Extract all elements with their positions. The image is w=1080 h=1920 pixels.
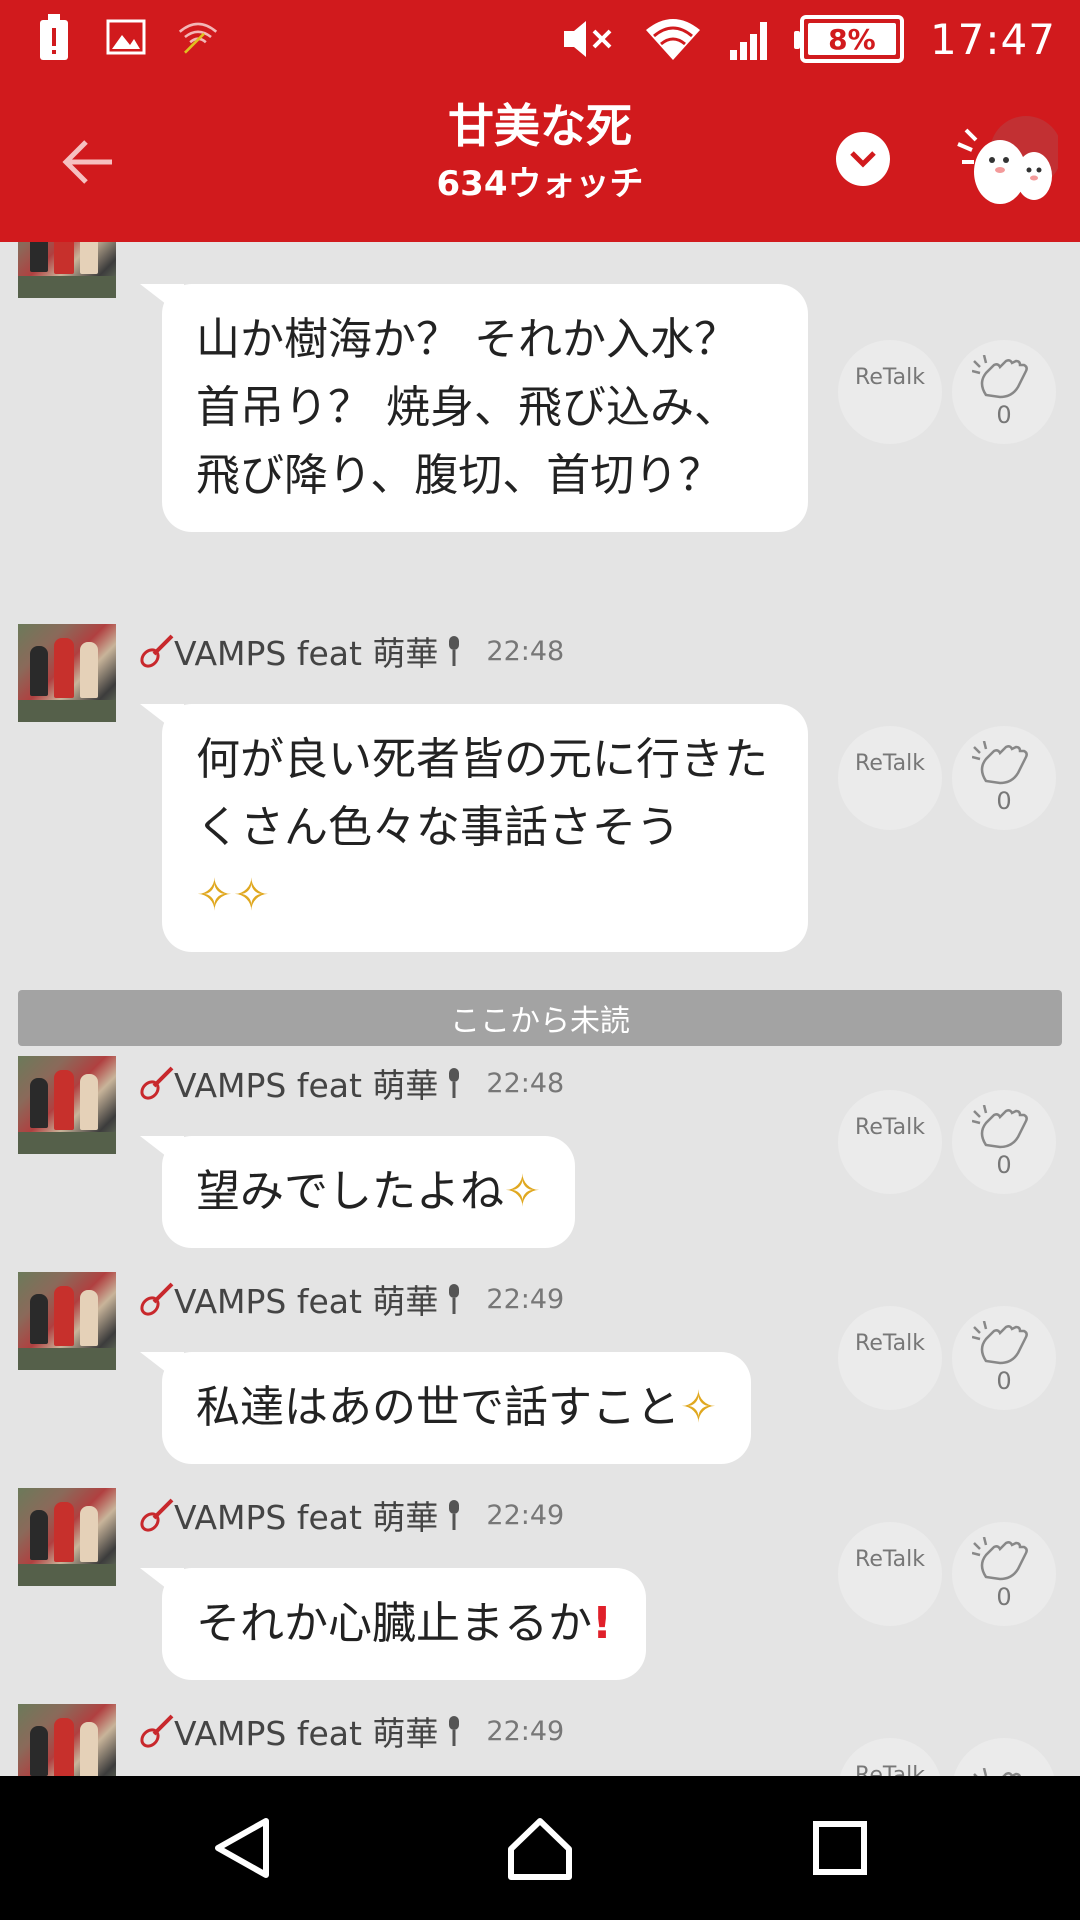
battery-icon: 8% [793,15,904,63]
avatar[interactable] [18,1488,116,1586]
avatar[interactable] [18,624,116,722]
mic-icon [446,1498,462,1532]
retalk-label: ReTalk [855,1114,925,1140]
room-title: 甘美な死 [448,99,632,153]
room-title-block: 甘美な死 634ウォッチ [0,94,1080,210]
home-icon[interactable] [500,1812,580,1884]
clap-count: 0 [996,401,1012,429]
avatar[interactable] [18,242,116,298]
mic-icon [446,1282,462,1316]
battery-percent: 8% [828,22,876,56]
mic-icon [446,634,462,668]
clap-button[interactable]: 0 [952,340,1056,444]
guitar-icon [140,1066,174,1100]
alert-icon [34,12,74,62]
unread-divider: ここから未読 [18,990,1062,1046]
clap-button[interactable]: 0 [952,1522,1056,1626]
avatar[interactable] [18,1272,116,1370]
message-text: 山か樹海か？ それか入水？ 首吊り？ 焼身、飛び込み、飛び降り、腹切、首切り？ [196,314,738,501]
system-nav-bar [0,1776,1080,1920]
clap-count: 0 [996,1367,1012,1395]
message-bubble[interactable]: 望みでしたよね✧ [162,1136,575,1248]
message-time: 22:49 [486,1499,565,1531]
clap-icon [972,741,1028,785]
clap-button[interactable]: 0 [952,1306,1056,1410]
mute-icon [562,14,618,64]
retalk-label: ReTalk [855,750,925,776]
wifi-off-icon [178,12,218,62]
sender-line: VAMPS feat 萌華 22:48 [140,1058,564,1108]
sender-name: VAMPS feat 萌華 [174,1282,439,1321]
back-triangle-icon[interactable] [202,1812,282,1884]
sender-name: VAMPS feat 萌華 [174,1714,439,1753]
watch-count: 634ウォッチ [436,164,644,204]
clock: 17:47 [929,14,1056,64]
clap-count: 0 [996,787,1012,815]
sparkle-icon: ✧ [680,1382,717,1433]
message-bubble[interactable]: 私達はあの世で話すこと✧ [162,1352,751,1464]
message-time: 22:49 [486,1283,565,1315]
message-time: 22:48 [486,635,565,667]
mic-icon [446,1714,462,1748]
sender-line: VAMPS feat 萌華 22:49 [140,1274,564,1324]
retalk-label: ReTalk [855,364,925,390]
exclamation-icon: ! [592,1598,613,1649]
chevron-down-icon[interactable] [836,132,890,186]
clap-button[interactable]: 0 [952,1090,1056,1194]
message-text: 私達はあの世で話すこと [196,1382,680,1433]
sparkle-icon: ✧ [504,1166,541,1217]
retalk-label: ReTalk [855,1330,925,1356]
sender-name: VAMPS feat 萌華 [174,1498,439,1537]
mic-icon [446,1066,462,1100]
clap-count: 0 [996,1583,1012,1611]
clap-icon [972,1105,1028,1149]
message-time: 22:49 [486,1715,565,1747]
sender-line: VAMPS feat 萌華 22:49 [140,1490,564,1540]
sender-name: VAMPS feat 萌華 [174,1066,439,1105]
guitar-icon [140,1498,174,1532]
clap-icon [972,1321,1028,1365]
message-time: 22:48 [486,1067,565,1099]
avatar[interactable] [18,1056,116,1154]
clap-icon [972,355,1028,399]
guitar-icon [140,1714,174,1748]
clap-button[interactable]: 0 [952,726,1056,830]
recents-icon[interactable] [800,1812,880,1884]
retalk-button[interactable]: ReTalk [838,1306,942,1410]
sender-name: VAMPS feat 萌華 [174,634,439,673]
retalk-label: ReTalk [855,1546,925,1572]
retalk-label: ReTalk [855,1762,925,1777]
retalk-button[interactable]: ReTalk [838,726,942,830]
mascot-icon[interactable] [954,114,1062,210]
guitar-icon [140,634,174,668]
clap-count: 0 [996,1151,1012,1179]
chat-list[interactable]: 山か樹海か？ それか入水？ 首吊り？ 焼身、飛び込み、飛び降り、腹切、首切り？ … [0,242,1080,1776]
wifi-icon [644,14,702,64]
message-bubble[interactable]: 何が良い死者皆の元に行きたくさん色々な事話さそう ✧✧ [162,704,808,952]
signal-icon [728,14,774,64]
sparkle-icon: ✧✧ [196,870,270,921]
sender-line: VAMPS feat 萌華 22:49 [140,1706,564,1756]
message-text: 望みでしたよね [196,1166,504,1217]
sender-line: VAMPS feat 萌華 22:48 [140,626,564,676]
clap-icon [973,1768,1021,1776]
status-bar: 8% 17:47 [0,0,1080,78]
retalk-button[interactable]: ReTalk [838,1090,942,1194]
avatar[interactable] [18,1704,116,1776]
retalk-button[interactable]: ReTalk [838,1738,942,1776]
clap-button[interactable] [952,1738,1056,1776]
retalk-button[interactable]: ReTalk [838,340,942,444]
message-bubble[interactable]: 山か樹海か？ それか入水？ 首吊り？ 焼身、飛び込み、飛び降り、腹切、首切り？ [162,284,808,532]
message-bubble[interactable]: それか心臓止まるか! [162,1568,647,1680]
guitar-icon [140,1282,174,1316]
message-text: 何が良い死者皆の元に行きたくさん色々な事話さそう [196,734,768,853]
retalk-button[interactable]: ReTalk [838,1522,942,1626]
image-icon [106,12,146,62]
message-text: それか心臓止まるか [196,1598,592,1649]
app-bar: 甘美な死 634ウォッチ [0,78,1080,242]
clap-icon [972,1537,1028,1581]
